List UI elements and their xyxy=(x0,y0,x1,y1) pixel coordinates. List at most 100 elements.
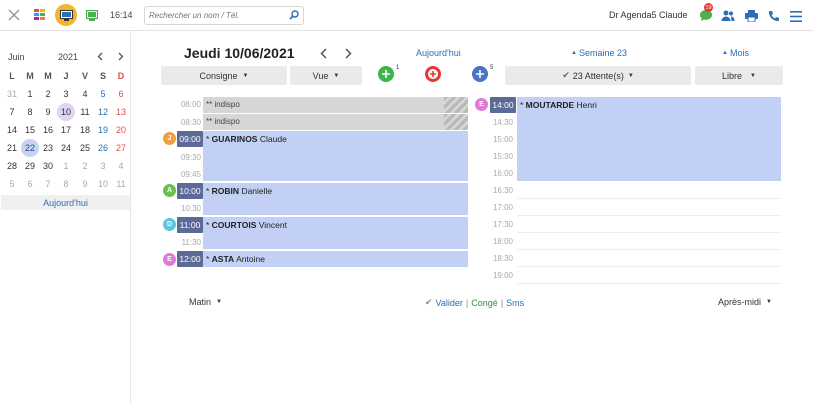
sms-link[interactable]: Sms xyxy=(506,298,524,308)
calendar-day[interactable]: 4 xyxy=(76,85,94,103)
vue-dropdown[interactable]: Vue ▼ xyxy=(290,66,362,85)
chevron-left-icon[interactable] xyxy=(94,50,106,62)
matin-dropdown[interactable]: Matin ▼ xyxy=(189,297,222,307)
today-link[interactable]: Aujourd'hui xyxy=(416,48,461,58)
appointment-time-chip[interactable]: 10:00 xyxy=(177,183,203,199)
attentes-dropdown[interactable]: ✔ 23 Attente(s) ▼ xyxy=(505,66,691,85)
calendar-day[interactable]: 8 xyxy=(57,175,75,193)
minical-month[interactable]: Juin xyxy=(8,52,25,62)
appointment-block[interactable]: * ROBIN Danielle xyxy=(203,183,468,216)
appointment-block[interactable]: * ASTA Antoine xyxy=(203,251,468,268)
search-input[interactable] xyxy=(145,7,283,24)
calendar-day[interactable]: 12 xyxy=(94,103,112,121)
patient-lastname: ASTA xyxy=(211,254,235,264)
minical-year[interactable]: 2021 xyxy=(58,52,78,62)
calendar-day-selected[interactable]: 10 xyxy=(57,103,75,121)
next-day-icon[interactable] xyxy=(342,46,354,60)
conge-link[interactable]: Congé xyxy=(471,298,498,308)
valider-link[interactable]: Valider xyxy=(436,298,463,308)
calendar-day[interactable]: 27 xyxy=(112,139,130,157)
apps-grid-icon[interactable] xyxy=(33,8,47,22)
time-slot: 16:00 xyxy=(492,169,513,178)
emergency-add-button[interactable] xyxy=(425,66,441,82)
calendar-day[interactable]: 28 xyxy=(3,157,21,175)
calendar-day[interactable]: 3 xyxy=(94,157,112,175)
calendar-day[interactable]: 9 xyxy=(39,103,57,121)
calendar-day[interactable]: 18 xyxy=(76,121,94,139)
calendar-day[interactable]: 11 xyxy=(112,175,130,193)
check-icon: ✔ xyxy=(425,297,433,307)
calendar-day[interactable]: 5 xyxy=(94,85,112,103)
calendar-day[interactable]: 1 xyxy=(21,85,39,103)
calendar-day[interactable]: 8 xyxy=(21,103,39,121)
calendar-day[interactable]: 30 xyxy=(39,157,57,175)
appointment-block[interactable]: * MOUTARDE Henri xyxy=(517,97,781,182)
time-slot: 14:30 xyxy=(492,118,513,127)
calendar-day[interactable]: 6 xyxy=(112,85,130,103)
calendar-day-today[interactable]: 22 xyxy=(21,139,39,157)
search-box[interactable] xyxy=(144,6,304,25)
search-icon[interactable] xyxy=(289,10,299,22)
patient-initial-badge: E xyxy=(163,253,176,266)
calendar-day[interactable]: 10 xyxy=(94,175,112,193)
calendar-day[interactable]: 11 xyxy=(76,103,94,121)
users-icon[interactable] xyxy=(720,8,736,24)
printer-icon[interactable] xyxy=(743,8,759,24)
calendar-day[interactable]: 20 xyxy=(112,121,130,139)
calendar-day[interactable]: 2 xyxy=(76,157,94,175)
calendar-day[interactable]: 15 xyxy=(21,121,39,139)
calendar-day[interactable]: 25 xyxy=(76,139,94,157)
calendar-day[interactable]: 3 xyxy=(57,85,75,103)
calendar-day[interactable]: 29 xyxy=(21,157,39,175)
minical-today-button[interactable]: Aujourd'hui xyxy=(1,195,130,210)
calendar-day[interactable]: 19 xyxy=(94,121,112,139)
phone-icon[interactable] xyxy=(766,8,782,24)
calendar-day[interactable]: 2 xyxy=(39,85,57,103)
calendar-day[interactable]: 24 xyxy=(57,139,75,157)
consigne-dropdown[interactable]: Consigne ▼ xyxy=(161,66,287,85)
close-icon[interactable] xyxy=(6,7,22,23)
add-appointment-button[interactable] xyxy=(472,66,488,82)
calendar-day[interactable]: 31 xyxy=(3,85,21,103)
calendar-day[interactable]: 4 xyxy=(112,157,130,175)
calendar-day[interactable]: 1 xyxy=(57,157,75,175)
minical-today-label: Aujourd'hui xyxy=(43,197,88,208)
calendar-day[interactable]: 26 xyxy=(94,139,112,157)
calendar-day[interactable]: 6 xyxy=(21,175,39,193)
add-message-button[interactable] xyxy=(378,66,394,82)
patient-initial-badge: J xyxy=(163,132,176,145)
calendar-day[interactable]: 21 xyxy=(3,139,21,157)
appointment-time-chip[interactable]: 14:00 xyxy=(490,97,516,113)
clock-time: 16:14 xyxy=(110,10,133,20)
chevron-right-icon[interactable] xyxy=(115,50,127,62)
user-name[interactable]: Dr Agenda5 Claude xyxy=(609,10,688,20)
calendar-day[interactable]: 17 xyxy=(57,121,75,139)
month-link[interactable]: ▲ Mois xyxy=(722,48,749,58)
agenda-view-icon[interactable] xyxy=(55,4,77,26)
calendar-day[interactable]: 7 xyxy=(3,103,21,121)
appointment-time-chip[interactable]: 11:00 xyxy=(177,217,203,233)
appointment-time-chip[interactable]: 12:00 xyxy=(177,251,203,267)
apres-midi-dropdown[interactable]: Après-midi ▼ xyxy=(718,297,772,307)
initial: A xyxy=(166,187,173,194)
screen-icon[interactable] xyxy=(85,8,99,22)
appointment-time-chip[interactable]: 09:00 xyxy=(177,131,203,147)
libre-label: Libre xyxy=(722,70,743,81)
week-link[interactable]: ▲ Semaine 23 xyxy=(571,48,627,58)
calendar-day[interactable]: 16 xyxy=(39,121,57,139)
calendar-day[interactable]: 14 xyxy=(3,121,21,139)
calendar-day[interactable]: 23 xyxy=(39,139,57,157)
libre-dropdown[interactable]: Libre ▼ xyxy=(695,66,783,85)
calendar-day[interactable]: 9 xyxy=(76,175,94,193)
appointment-block[interactable]: * COURTOIS Vincent xyxy=(203,217,468,250)
calendar-day[interactable]: 7 xyxy=(39,175,57,193)
menu-icon[interactable] xyxy=(788,8,804,24)
separator: | xyxy=(465,297,469,308)
calendar-day[interactable]: 5 xyxy=(3,175,21,193)
indispo-block[interactable]: ** indispo xyxy=(203,97,468,113)
indispo-block[interactable]: ** indispo xyxy=(203,114,468,130)
prev-day-icon[interactable] xyxy=(317,46,329,60)
weekday-header: M xyxy=(44,71,52,81)
calendar-day[interactable]: 13 xyxy=(112,103,130,121)
appointment-block[interactable]: * GUARINOS Claude xyxy=(203,131,468,182)
